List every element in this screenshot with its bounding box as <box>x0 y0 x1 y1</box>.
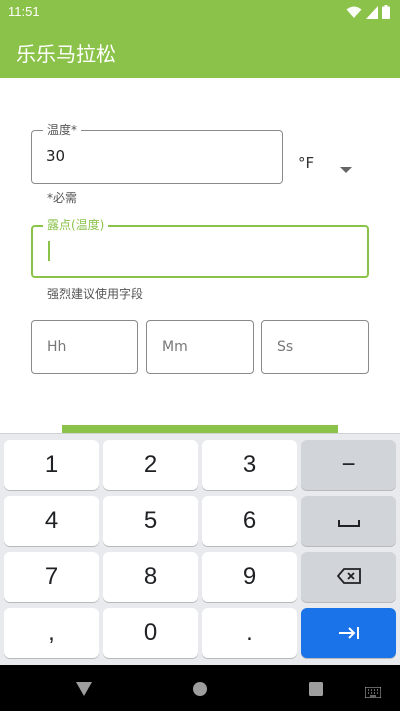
space-icon <box>337 507 360 535</box>
minutes-placeholder: Mm <box>162 339 188 355</box>
key-8[interactable]: 8 <box>103 552 198 602</box>
backspace-icon <box>336 563 361 591</box>
wifi-icon <box>346 6 362 19</box>
temperature-helper: *必需 <box>47 191 78 205</box>
back-icon[interactable] <box>76 681 92 700</box>
key-2[interactable]: 2 <box>103 440 198 490</box>
key-next[interactable] <box>301 608 396 658</box>
app-bar: 乐乐马拉松 <box>0 24 400 78</box>
key-0[interactable]: 0 <box>103 608 198 658</box>
temperature-field[interactable]: 温度* 30 <box>31 122 283 184</box>
key-7[interactable]: 7 <box>4 552 99 602</box>
battery-icon <box>382 5 390 19</box>
hours-placeholder: Hh <box>47 339 67 355</box>
seconds-field[interactable]: Ss <box>261 320 369 374</box>
numeric-keyboard: 1 2 3 − 4 5 6 7 8 9 , 0 . <box>0 433 400 665</box>
status-time: 11:51 <box>8 4 40 19</box>
keyboard-icon[interactable] <box>364 683 382 702</box>
calculate-button-edge[interactable] <box>62 425 338 433</box>
tab-next-icon <box>338 619 360 647</box>
key-space[interactable] <box>301 496 396 546</box>
status-bar: 11:51 <box>0 0 400 24</box>
key-3[interactable]: 3 <box>202 440 297 490</box>
key-comma[interactable]: , <box>4 608 99 658</box>
dew-point-helper: 强烈建议使用字段 <box>47 287 144 301</box>
minutes-field[interactable]: Mm <box>146 320 254 374</box>
key-9[interactable]: 9 <box>202 552 297 602</box>
key-5[interactable]: 5 <box>103 496 198 546</box>
recents-icon[interactable] <box>309 681 323 700</box>
seconds-placeholder: Ss <box>277 339 294 355</box>
key-6[interactable]: 6 <box>202 496 297 546</box>
key-1[interactable]: 1 <box>4 440 99 490</box>
key-period[interactable]: . <box>202 608 297 658</box>
text-cursor <box>48 241 50 261</box>
hours-field[interactable]: Hh <box>31 320 138 374</box>
dew-point-field[interactable]: 露点(温度) <box>31 217 369 278</box>
key-minus[interactable]: − <box>301 440 396 490</box>
chevron-down-icon[interactable] <box>340 159 352 178</box>
key-backspace[interactable] <box>301 552 396 602</box>
unit-select-value[interactable]: °F <box>298 154 314 172</box>
dew-point-label: 露点(温度) <box>43 217 109 233</box>
key-4[interactable]: 4 <box>4 496 99 546</box>
app-title: 乐乐马拉松 <box>16 42 116 66</box>
temperature-label: 温度* <box>43 122 82 138</box>
signal-icon <box>366 5 378 19</box>
system-nav-bar <box>0 665 400 711</box>
temperature-value: 30 <box>46 147 66 165</box>
home-icon[interactable] <box>193 681 207 700</box>
